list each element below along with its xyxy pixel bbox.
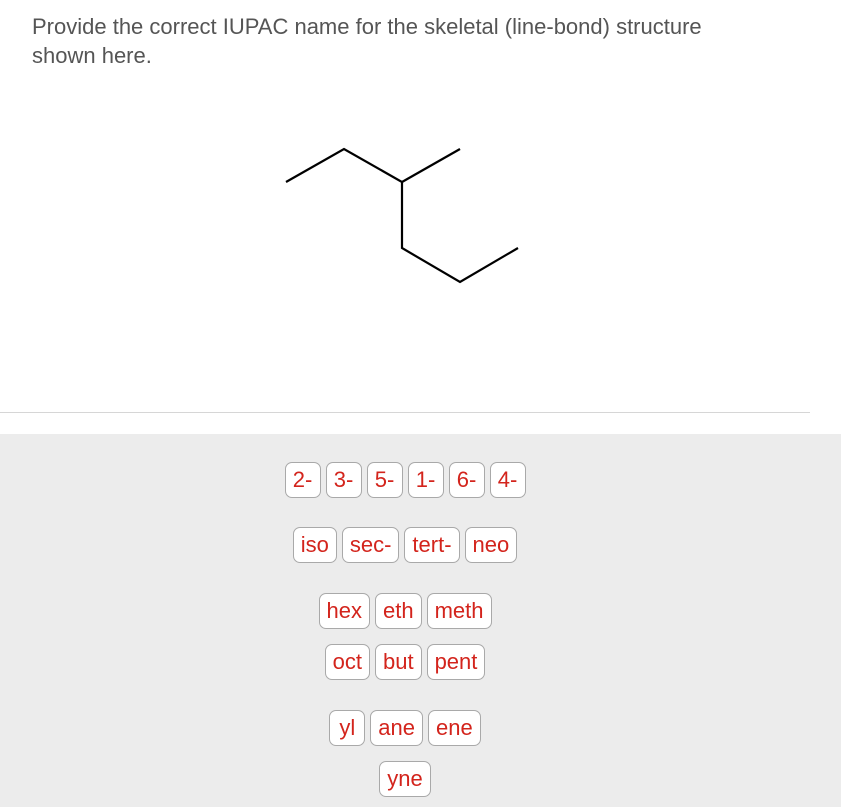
tile-suffix-ene[interactable]: ene — [428, 710, 481, 746]
tile-root-meth[interactable]: meth — [426, 593, 492, 629]
skeletal-structure — [285, 147, 519, 284]
root-row-2: oct but pent — [0, 644, 810, 680]
tile-locant-3[interactable]: 3- — [325, 462, 362, 498]
tile-root-pent[interactable]: pent — [426, 644, 486, 680]
prefix-row: iso sec- tert- neo — [0, 527, 810, 563]
main-chain-bonds — [285, 147, 519, 284]
tile-root-eth[interactable]: eth — [374, 593, 422, 629]
tile-suffix-yne[interactable]: yne — [379, 761, 431, 797]
tile-locant-6[interactable]: 6- — [448, 462, 485, 498]
tile-root-but[interactable]: but — [374, 644, 422, 680]
tile-root-oct[interactable]: oct — [324, 644, 370, 680]
tile-suffix-yl[interactable]: yl — [329, 710, 366, 746]
tile-prefix-sec[interactable]: sec- — [341, 527, 400, 563]
tile-locant-4[interactable]: 4- — [489, 462, 526, 498]
tile-locant-2[interactable]: 2- — [284, 462, 321, 498]
tile-prefix-iso[interactable]: iso — [292, 527, 337, 563]
divider — [0, 412, 810, 413]
suffix-row-1: yl ane ene — [0, 710, 810, 746]
locant-row: 2- 3- 5- 1- 6- 4- — [0, 462, 810, 498]
tile-suffix-ane[interactable]: ane — [370, 710, 423, 746]
tile-root-hex[interactable]: hex — [318, 593, 370, 629]
suffix-row-2: yne — [0, 761, 810, 797]
tile-prefix-tert[interactable]: tert- — [404, 527, 460, 563]
tile-prefix-neo[interactable]: neo — [464, 527, 518, 563]
answer-tile-panel: 2- 3- 5- 1- 6- 4- iso sec- tert- neo hex… — [0, 434, 841, 807]
tile-locant-1[interactable]: 1- — [407, 462, 444, 498]
root-row-1: hex eth meth — [0, 593, 810, 629]
methyl-branch-bond — [401, 148, 461, 183]
tile-locant-5[interactable]: 5- — [366, 462, 403, 498]
